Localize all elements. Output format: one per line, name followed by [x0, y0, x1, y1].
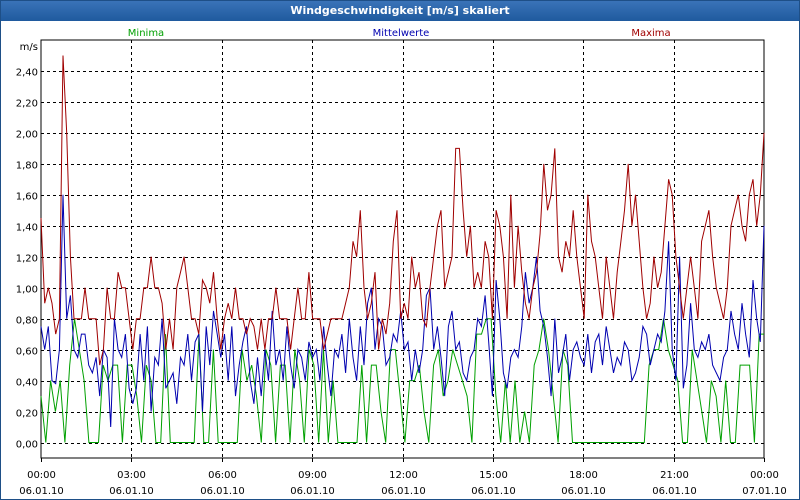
x-tick-time-label: 21:00: [660, 470, 689, 481]
x-tick-date-label: 06.01.10: [109, 486, 154, 497]
x-tick-date-label: 06.01.10: [652, 486, 697, 497]
y-tick-label: 1,00: [16, 285, 38, 296]
x-tick-time-label: 00:00: [750, 470, 779, 481]
x-tick-date-label: 06.01.10: [471, 486, 516, 497]
y-tick-label: 0,00: [16, 440, 38, 451]
x-tick-time-label: 00:00: [27, 470, 56, 481]
y-tick-label: 2,20: [16, 99, 38, 110]
x-tick-date-label: 06.01.10: [561, 486, 606, 497]
x-tick-time-label: 06:00: [208, 470, 237, 481]
x-tick-time-label: 09:00: [298, 470, 327, 481]
y-tick-label: 1,40: [16, 223, 38, 234]
y-tick-label: 2,00: [16, 130, 38, 141]
legend-maxima: Maxima: [631, 28, 670, 39]
x-tick-time-label: 03:00: [117, 470, 146, 481]
y-tick-label: 1,80: [16, 161, 38, 172]
x-tick-date-label: 06.01.10: [200, 486, 245, 497]
y-tick-label: 1,60: [16, 192, 38, 203]
legend-minima: Minima: [128, 28, 164, 39]
chart: 0,00 0,20 0,40 0,60 0,80 1,00 1,20 1,40 1,60 1,80…: [16, 28, 787, 497]
x-tick-date-label: 06.01.10: [19, 486, 64, 497]
y-tick-label: 0,60: [16, 347, 38, 358]
y-tick-label: 0,80: [16, 316, 38, 327]
y-tick-label: 1,20: [16, 254, 38, 265]
x-tick-date-label: 07.01.10: [742, 486, 787, 497]
y-axis-unit-label: m/s: [20, 42, 38, 53]
x-tick-date-label: 06.01.10: [290, 486, 335, 497]
chart-window: Windgeschwindigkeit [m/s] skaliert 0,00 0…: [0, 0, 800, 500]
y-tick-label: 2,40: [16, 68, 38, 79]
x-tick-time-label: 18:00: [569, 470, 598, 481]
x-tick-time-label: 12:00: [389, 470, 418, 481]
y-tick-label: 0,40: [16, 378, 38, 389]
legend-mittelwerte: Mittelwerte: [373, 28, 430, 39]
x-tick-time-label: 15:00: [479, 470, 508, 481]
x-tick-date-label: 06.01.10: [381, 486, 426, 497]
y-tick-label: 0,20: [16, 409, 38, 420]
